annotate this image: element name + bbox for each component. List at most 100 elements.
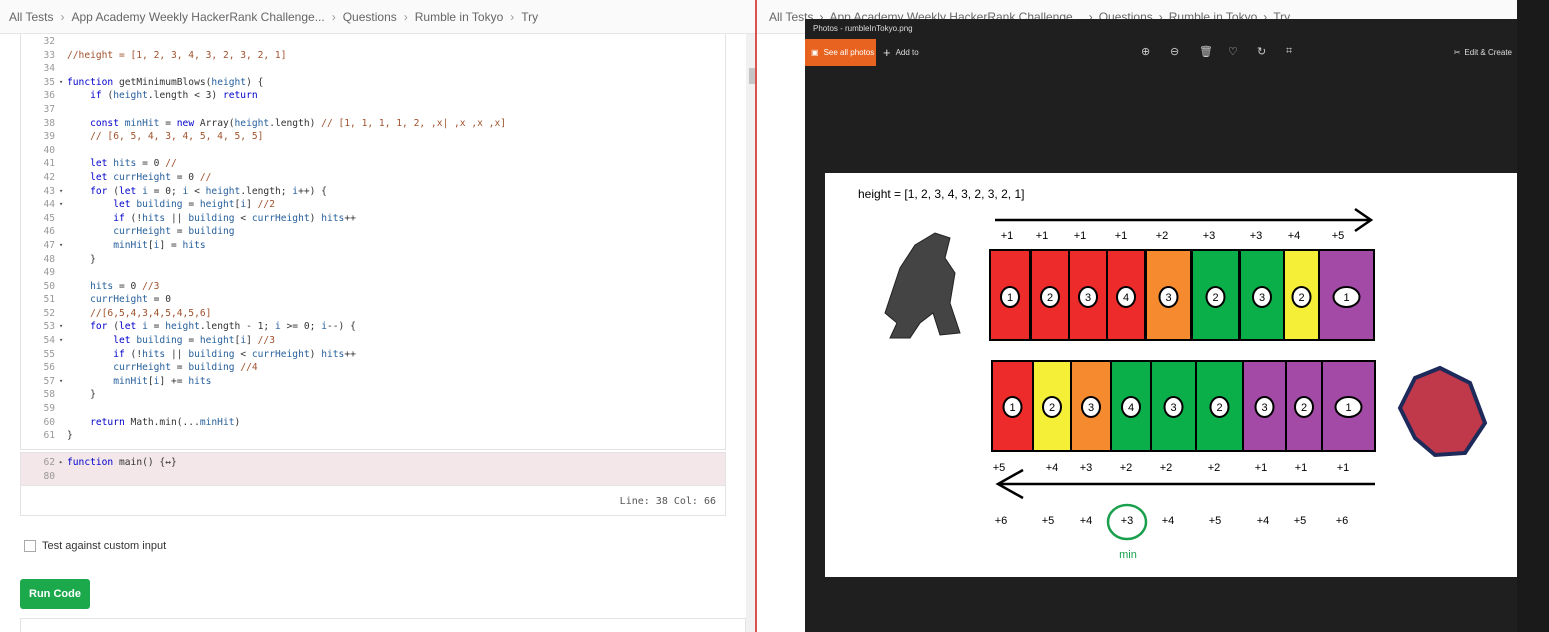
add-to-button[interactable]: + Add to bbox=[883, 39, 919, 66]
custom-input-checkbox[interactable] bbox=[24, 540, 36, 552]
code-line[interactable]: 41 let hits = 0 // bbox=[21, 157, 725, 171]
top-increment: +1 bbox=[1115, 230, 1128, 242]
code-line[interactable]: 39 // [6, 5, 4, 3, 4, 5, 4, 5, 5] bbox=[21, 130, 725, 144]
code-line[interactable]: 38 const minHit = new Array(height.lengt… bbox=[21, 117, 725, 131]
code-line[interactable]: 42 let currHeight = 0 // bbox=[21, 171, 725, 185]
chevron-right-icon: › bbox=[510, 9, 515, 24]
code-text: minHit[i] = hits bbox=[113, 239, 206, 251]
code-line[interactable]: 53 ▾ for (let i = height.length - 1; i >=… bbox=[21, 320, 725, 334]
top-building-label: 1 bbox=[1343, 292, 1349, 304]
line-number: 38 bbox=[43, 117, 55, 129]
top-building-label: 2 bbox=[1047, 292, 1053, 304]
line-number: 50 bbox=[43, 280, 55, 292]
line-number: 52 bbox=[43, 307, 55, 319]
code-line[interactable]: 62 ▸ function main() {↔} bbox=[21, 456, 725, 470]
min-label: min bbox=[1119, 549, 1137, 561]
code-line[interactable]: 61} bbox=[21, 429, 725, 443]
favorite-icon[interactable]: ♡ bbox=[1228, 45, 1238, 58]
bottom-building-label: 2 bbox=[1049, 402, 1055, 414]
code-line[interactable]: 37 bbox=[21, 103, 725, 117]
run-code-button[interactable]: Run Code bbox=[20, 579, 90, 609]
zoom-out-icon[interactable]: ⊖ bbox=[1170, 45, 1179, 58]
total-hits: +5 bbox=[1042, 515, 1055, 527]
code-line[interactable]: 55 if (!hits || building < currHeight) h… bbox=[21, 348, 725, 362]
code-text: if (!hits || building < currHeight) hits… bbox=[113, 348, 356, 360]
code-line[interactable]: 32 bbox=[21, 35, 725, 49]
top-increment: +1 bbox=[1074, 230, 1087, 242]
breadcrumb-questions[interactable]: Questions bbox=[343, 10, 397, 24]
code-text: minHit[i] += hits bbox=[113, 375, 212, 387]
code-line[interactable]: 56 currHeight = building //4 bbox=[21, 361, 725, 375]
code-text: return Math.min(...minHit) bbox=[90, 416, 241, 428]
code-line[interactable]: 54 ▾ let building = height[i] //3 bbox=[21, 334, 725, 348]
custom-input-row[interactable]: Test against custom input bbox=[24, 540, 166, 552]
code-text: currHeight = building //4 bbox=[113, 362, 258, 374]
code-line[interactable]: 43 ▾ for (let i = 0; i < height.length; i… bbox=[21, 185, 725, 199]
collapsed-code-region[interactable]: 62 ▸ function main() {↔} 80 bbox=[20, 452, 726, 486]
hackerrank-window: All Tests › App Academy Weekly HackerRank… bbox=[0, 0, 757, 632]
code-line[interactable]: 47 ▾ minHit[i] = hits bbox=[21, 239, 725, 253]
crop-icon[interactable]: ⌗ bbox=[1286, 45, 1292, 58]
top-increment: +4 bbox=[1288, 230, 1301, 242]
height-heading: height = [1, 2, 3, 4, 3, 2, 3, 2, 1] bbox=[858, 187, 1024, 201]
godzilla-image bbox=[884, 232, 961, 339]
code-text: const minHit = new Array(height.length) … bbox=[90, 117, 507, 129]
line-number: 45 bbox=[43, 212, 55, 224]
breadcrumb-question[interactable]: Rumble in Tokyo bbox=[415, 10, 504, 24]
code-line[interactable]: 57 ▾ minHit[i] += hits bbox=[21, 375, 725, 389]
bottom-building-label: 3 bbox=[1088, 402, 1094, 414]
delete-icon[interactable]: 🗑 bbox=[1199, 45, 1213, 58]
line-number: 37 bbox=[43, 103, 55, 115]
code-text: let currHeight = 0 // bbox=[90, 171, 212, 183]
line-number: 36 bbox=[43, 90, 55, 102]
breadcrumb: All Tests › App Academy Weekly HackerRank… bbox=[0, 0, 756, 34]
total-hits: +5 bbox=[1294, 515, 1307, 527]
code-line[interactable]: 59 bbox=[21, 402, 725, 416]
line-number: 62 bbox=[43, 457, 55, 468]
code-line[interactable]: 46 currHeight = building bbox=[21, 225, 725, 239]
total-hits: +4 bbox=[1257, 515, 1270, 527]
zoom-in-icon[interactable]: ⊕ bbox=[1141, 45, 1150, 58]
rumble-diagram: height = [1, 2, 3, 4, 3, 2, 3, 2, 1] +1 +1… bbox=[858, 187, 1488, 561]
code-line[interactable]: 80 bbox=[21, 470, 725, 484]
code-line[interactable]: 36 if (height.length < 3) return bbox=[21, 89, 725, 103]
code-line[interactable]: 44 ▾ let building = height[i] //2 bbox=[21, 198, 725, 212]
bottom-increment: +5 bbox=[993, 462, 1006, 474]
code-line[interactable]: 60 return Math.min(...minHit) bbox=[21, 416, 725, 430]
breadcrumb-all-tests[interactable]: All Tests bbox=[9, 10, 53, 24]
code-line[interactable]: 52 //[6,5,4,3,4,5,4,5,6] bbox=[21, 307, 725, 321]
code-text: //height = [1, 2, 3, 4, 3, 2, 3, 2, 1] bbox=[67, 49, 287, 61]
code-line[interactable]: 51 currHeight = 0 bbox=[21, 293, 725, 307]
see-all-photos-button[interactable]: ▣ See all photos bbox=[805, 39, 876, 66]
code-line[interactable]: 58 } bbox=[21, 388, 725, 402]
code-line[interactable]: 49 bbox=[21, 266, 725, 280]
line-number: 80 bbox=[43, 470, 55, 482]
code-line[interactable]: 50 hits = 0 //3 bbox=[21, 280, 725, 294]
code-text: if (!hits || building < currHeight) hits… bbox=[113, 212, 356, 224]
bottom-increment: +1 bbox=[1255, 462, 1268, 474]
bottom-increment: +4 bbox=[1046, 462, 1059, 474]
code-line[interactable]: 45 if (!hits || building < currHeight) h… bbox=[21, 212, 725, 226]
custom-input-label: Test against custom input bbox=[42, 540, 167, 552]
code-editor[interactable]: 32 33 //height = [1, 2, 3, 4, 3, 2, 3, 2, … bbox=[20, 34, 726, 450]
photos-title: Photos - rumbleInTokyo.png bbox=[813, 24, 913, 33]
code-line[interactable]: 35 ▾ function getMinimumBlows(height) { bbox=[21, 76, 725, 90]
code-text: function getMinimumBlows(height) { bbox=[67, 76, 264, 88]
chevron-right-icon: › bbox=[403, 9, 408, 24]
cursor-position: Line: 38 Col: 66 bbox=[20, 486, 726, 516]
line-number: 35 bbox=[43, 76, 55, 88]
rotate-icon[interactable]: ↻ bbox=[1257, 45, 1266, 58]
total-hits: +4 bbox=[1080, 515, 1093, 527]
edit-icon: ✂ bbox=[1453, 48, 1461, 57]
code-line[interactable]: 40 bbox=[21, 144, 725, 158]
edit-create-button[interactable]: ✂ Edit & Create bbox=[1454, 39, 1512, 66]
bottom-building-label: 4 bbox=[1128, 402, 1134, 414]
breadcrumb-challenge[interactable]: App Academy Weekly HackerRank Challenge.… bbox=[71, 10, 324, 24]
code-line[interactable]: 33 //height = [1, 2, 3, 4, 3, 2, 3, 2, 1] bbox=[21, 49, 725, 63]
code-line[interactable]: 34 bbox=[21, 62, 725, 76]
code-line[interactable]: 48 } bbox=[21, 253, 725, 267]
code-text: currHeight = building bbox=[113, 226, 235, 238]
